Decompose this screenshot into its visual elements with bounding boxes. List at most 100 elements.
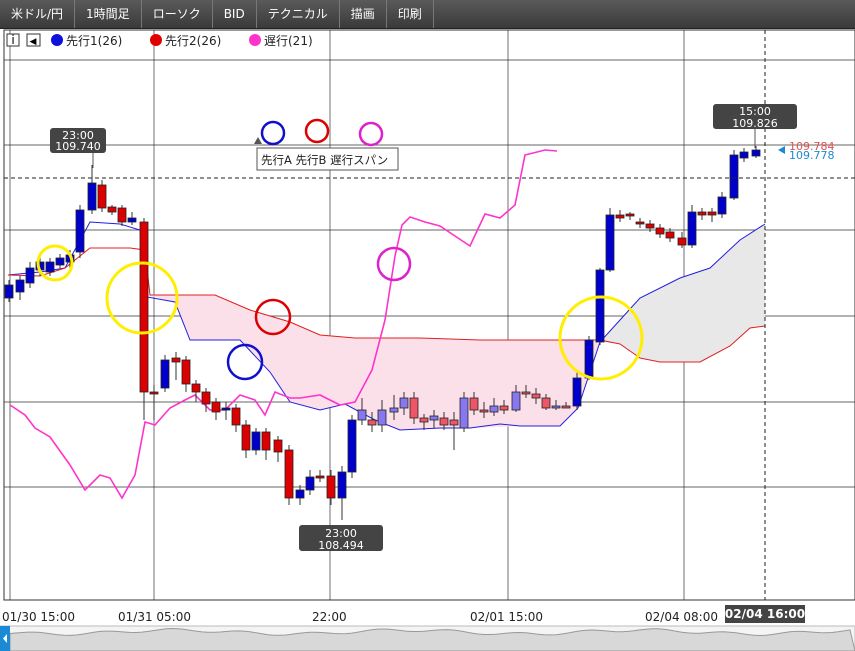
annotation-label: 先行A 先行B 遅行スパン <box>261 153 388 167</box>
price-chart[interactable]: i ◀ 先行1(26) 先行2(26) 遅行(21) 先行A 先行B 遅行スパン… <box>0 28 855 651</box>
candle-body <box>687 211 697 246</box>
candle-body <box>625 213 635 217</box>
candle-body <box>677 237 687 246</box>
candle-body <box>572 377 582 407</box>
candle-body <box>635 221 645 225</box>
candle-body <box>499 405 509 411</box>
tooltip-last-value: 109.826 <box>732 117 778 130</box>
candle-body <box>181 359 191 385</box>
candle-body <box>305 476 315 491</box>
candle-body <box>479 409 489 413</box>
candle-body <box>449 419 459 426</box>
candle-body <box>584 339 594 379</box>
candle-body <box>489 405 499 413</box>
drawing-menu[interactable]: 描画 <box>340 0 387 28</box>
candle-body <box>337 471 347 499</box>
candle-body <box>655 227 665 235</box>
candle-body <box>97 184 107 209</box>
candle-body <box>171 357 181 363</box>
candle-body <box>139 221 149 393</box>
legend-dot-leading2 <box>150 34 162 46</box>
candle-body <box>326 475 336 499</box>
candle-body <box>149 391 159 395</box>
candle-body <box>439 417 449 426</box>
candle-body <box>201 391 211 405</box>
candle-body <box>717 196 727 215</box>
x-label-3: 22:00 <box>312 610 347 624</box>
candle-body <box>15 279 25 293</box>
toolbar: 米ドル/円 1時間足 ローソク BID テクニカル 描画 印刷 <box>0 0 855 29</box>
x-axis: 01/30 15:00 01/31 05:00 22:00 02/01 15:0… <box>2 605 805 624</box>
candle-body <box>605 214 615 271</box>
candle-body <box>295 489 305 499</box>
collapse-icon-glyph: ◀ <box>30 37 37 47</box>
tooltip-low: 23:00 108.494 <box>299 525 383 552</box>
candle-body <box>459 397 469 429</box>
candle-body <box>389 407 399 413</box>
candle-body <box>45 261 55 273</box>
candle-body <box>595 269 605 343</box>
candle-body <box>87 182 97 211</box>
candle-body <box>347 419 357 473</box>
candle-body <box>261 431 271 451</box>
currency-pair-menu[interactable]: 米ドル/円 <box>0 0 76 28</box>
candle-body <box>531 393 541 399</box>
x-label-1: 01/30 15:00 <box>2 610 75 624</box>
candle-body <box>75 209 85 253</box>
candle-body <box>541 397 551 409</box>
x-label-5: 02/04 08:00 <box>645 610 718 624</box>
candle-body <box>739 151 749 159</box>
technical-menu[interactable]: テクニカル <box>257 0 340 28</box>
candle-body <box>399 397 409 409</box>
candle-body <box>645 223 655 229</box>
chart-type-menu[interactable]: ローソク <box>142 0 213 28</box>
candle-body <box>211 401 221 413</box>
tooltip-low-value: 108.494 <box>318 539 364 552</box>
candle-body <box>429 415 439 421</box>
candle-body <box>357 409 367 421</box>
candle-body <box>551 405 561 409</box>
candle-body <box>615 214 625 219</box>
candle-body <box>751 149 761 157</box>
tooltip-high-value: 109.740 <box>55 140 101 153</box>
candle-body <box>127 217 137 223</box>
legend-dot-leading1 <box>51 34 63 46</box>
candle-body <box>377 409 387 426</box>
candle-body <box>191 383 201 393</box>
candle-body <box>107 206 117 213</box>
bid-ask-menu[interactable]: BID <box>213 0 257 28</box>
candle-body <box>251 431 261 451</box>
candle-body <box>315 475 325 479</box>
candle-body <box>469 397 479 411</box>
navigator[interactable] <box>0 625 855 651</box>
candle-body <box>419 417 429 423</box>
x-label-current: 02/04 16:00 <box>725 607 805 621</box>
candle-body <box>273 439 283 453</box>
candle-body <box>241 424 251 451</box>
candle-body <box>4 284 14 299</box>
candle-body <box>231 407 241 426</box>
x-label-2: 01/31 05:00 <box>118 610 191 624</box>
candle-body <box>665 231 675 239</box>
candle-body <box>729 154 739 199</box>
print-menu[interactable]: 印刷 <box>387 0 434 28</box>
info-icon-glyph: i <box>11 33 14 47</box>
candle-body <box>160 359 170 389</box>
candle-body <box>117 207 127 223</box>
candle-body <box>284 449 294 499</box>
timeframe-menu[interactable]: 1時間足 <box>75 0 142 28</box>
candle-body <box>367 419 377 426</box>
candle-body <box>521 391 531 395</box>
candle-body <box>697 211 707 216</box>
candle-body <box>25 267 35 284</box>
candle-body <box>511 391 521 411</box>
x-label-4: 02/01 15:00 <box>470 610 543 624</box>
legend-label-leading2: 先行2(26) <box>165 34 221 48</box>
legend-dot-lagging <box>249 34 261 46</box>
candle-body <box>55 257 65 266</box>
candle-body <box>707 211 717 216</box>
candle-body <box>409 397 419 419</box>
candle-body <box>561 405 571 409</box>
legend-label-lagging: 遅行(21) <box>264 34 313 48</box>
price-label-blue: 109.778 <box>789 149 835 162</box>
